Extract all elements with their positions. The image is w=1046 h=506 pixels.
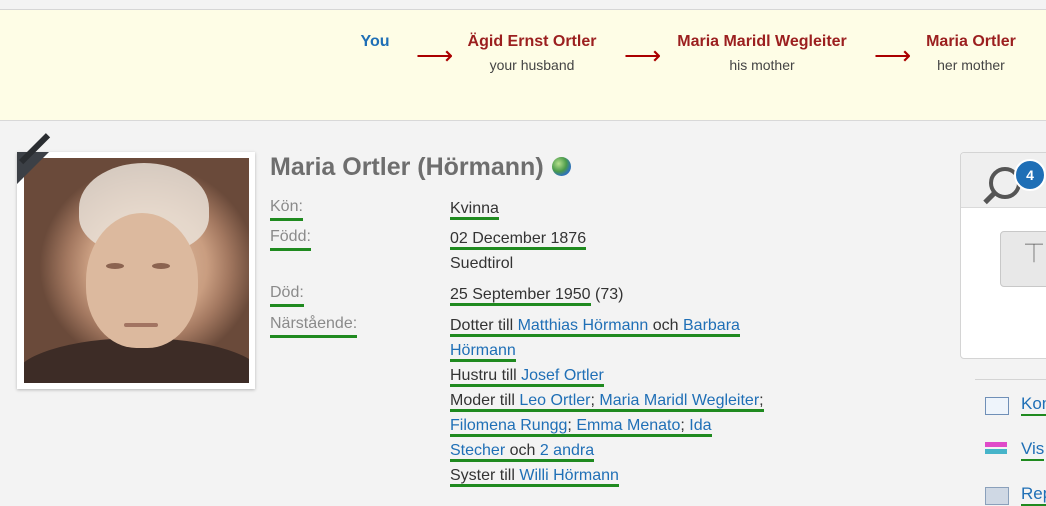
sidebar-link-label[interactable]: Rep — [1021, 484, 1046, 506]
matches-panel: 4 ⏉ — [960, 152, 1046, 359]
relation-prefix: Moder till — [450, 392, 520, 409]
profile-name-heading: Maria Ortler (Hörmann) — [270, 153, 571, 182]
link-child-4[interactable]: Emma Menato — [576, 417, 680, 434]
rel-relation: his mother — [729, 57, 795, 73]
conjunction: och — [652, 317, 683, 334]
sidebar-link-label[interactable]: Kon — [1021, 394, 1046, 416]
fact-label: Död: — [270, 282, 304, 307]
fact-gender: Kön: Kvinna — [270, 196, 840, 226]
fact-died: Död: 25 September 1950 (73) — [270, 282, 840, 313]
sidebar-link-label[interactable]: Vis — [1021, 439, 1045, 461]
profile-facts: Kön: Kvinna Född: 02 December 1876 Suedt… — [270, 196, 840, 488]
born-date: 02 December 1876 — [450, 230, 587, 250]
separator: ; — [759, 392, 764, 409]
link-child-5[interactable]: Ida — [689, 417, 711, 434]
separator: ; — [567, 417, 572, 434]
born-place: Suedtirol — [450, 255, 514, 272]
fact-relatives: Närstående: Dotter till Matthias Hörmann… — [270, 313, 840, 488]
died-age: (73) — [590, 286, 624, 303]
separator: ; — [590, 392, 595, 409]
rel-node-her-mother[interactable]: Maria Ortler her mother — [861, 33, 1046, 73]
profile-name: Maria Ortler (Hörmann) — [270, 153, 544, 181]
relation-prefix: Syster till — [450, 467, 520, 484]
rel-relation: her mother — [937, 57, 1005, 73]
envelope-icon — [985, 397, 1009, 415]
link-sibling[interactable]: Willi Hörmann — [519, 467, 619, 484]
link-husband[interactable]: Josef Ortler — [521, 367, 604, 384]
separator: ; — [680, 417, 685, 434]
link-child-2[interactable]: Maria Maridl Wegleiter — [599, 392, 759, 409]
relation-sister: Syster till Willi Hörmann — [450, 467, 619, 487]
fact-label: Kön: — [270, 196, 303, 221]
died-date: 25 September 1950 — [450, 286, 591, 306]
fact-label: Närstående: — [270, 313, 358, 338]
relation-mother: Moder till Leo Ortler; Maria Maridl Wegl… — [450, 392, 764, 412]
report-icon — [985, 487, 1009, 505]
relation-daughter: Dotter till Matthias Hörmann och Barbara — [450, 317, 740, 337]
globe-icon[interactable] — [551, 156, 571, 176]
rel-name[interactable]: Maria Ortler — [861, 33, 1046, 51]
fact-born: Född: 02 December 1876 Suedtirol — [270, 226, 840, 282]
tree-icon: ⏉ — [1025, 244, 1043, 264]
relation-wife: Hustru till Josef Ortler — [450, 367, 604, 387]
sidebar-divider — [975, 379, 1046, 380]
relation-prefix: Dotter till — [450, 317, 518, 334]
rel-relation: your husband — [489, 57, 575, 73]
tree-view-icon — [985, 442, 1007, 458]
link-mother-surname[interactable]: Hörmann — [450, 342, 516, 359]
link-child-3[interactable]: Filomena Rungg — [450, 417, 567, 434]
mourning-ribbon-icon — [17, 152, 49, 184]
relation-prefix: Hustru till — [450, 367, 522, 384]
matches-count-badge[interactable]: 4 — [1014, 159, 1046, 191]
profile-photo[interactable] — [24, 158, 249, 383]
rel-name[interactable]: Ägid Ernst Ortler — [422, 33, 642, 51]
link-child-1[interactable]: Leo Ortler — [519, 392, 590, 409]
fact-label: Född: — [270, 226, 311, 251]
link-mother[interactable]: Barbara — [683, 317, 740, 334]
conjunction: och — [505, 442, 540, 459]
link-more-children[interactable]: 2 andra — [540, 442, 594, 459]
link-child-5-surname[interactable]: Stecher — [450, 442, 505, 459]
rel-node-husband[interactable]: Ägid Ernst Ortler your husband — [422, 33, 642, 73]
relationship-path-bar: You ⟶ Ägid Ernst Ortler your husband ⟶ M… — [0, 10, 1046, 121]
link-father[interactable]: Matthias Hörmann — [518, 317, 649, 334]
rel-name[interactable]: Maria Maridl Wegleiter — [652, 33, 872, 51]
profile-photo-frame[interactable] — [17, 152, 255, 389]
gender-value: Kvinna — [450, 200, 499, 220]
rel-node-husbands-mother[interactable]: Maria Maridl Wegleiter his mother — [652, 33, 872, 73]
family-tree-button[interactable]: ⏉ — [1000, 231, 1046, 287]
matches-header[interactable]: 4 — [961, 153, 1046, 208]
